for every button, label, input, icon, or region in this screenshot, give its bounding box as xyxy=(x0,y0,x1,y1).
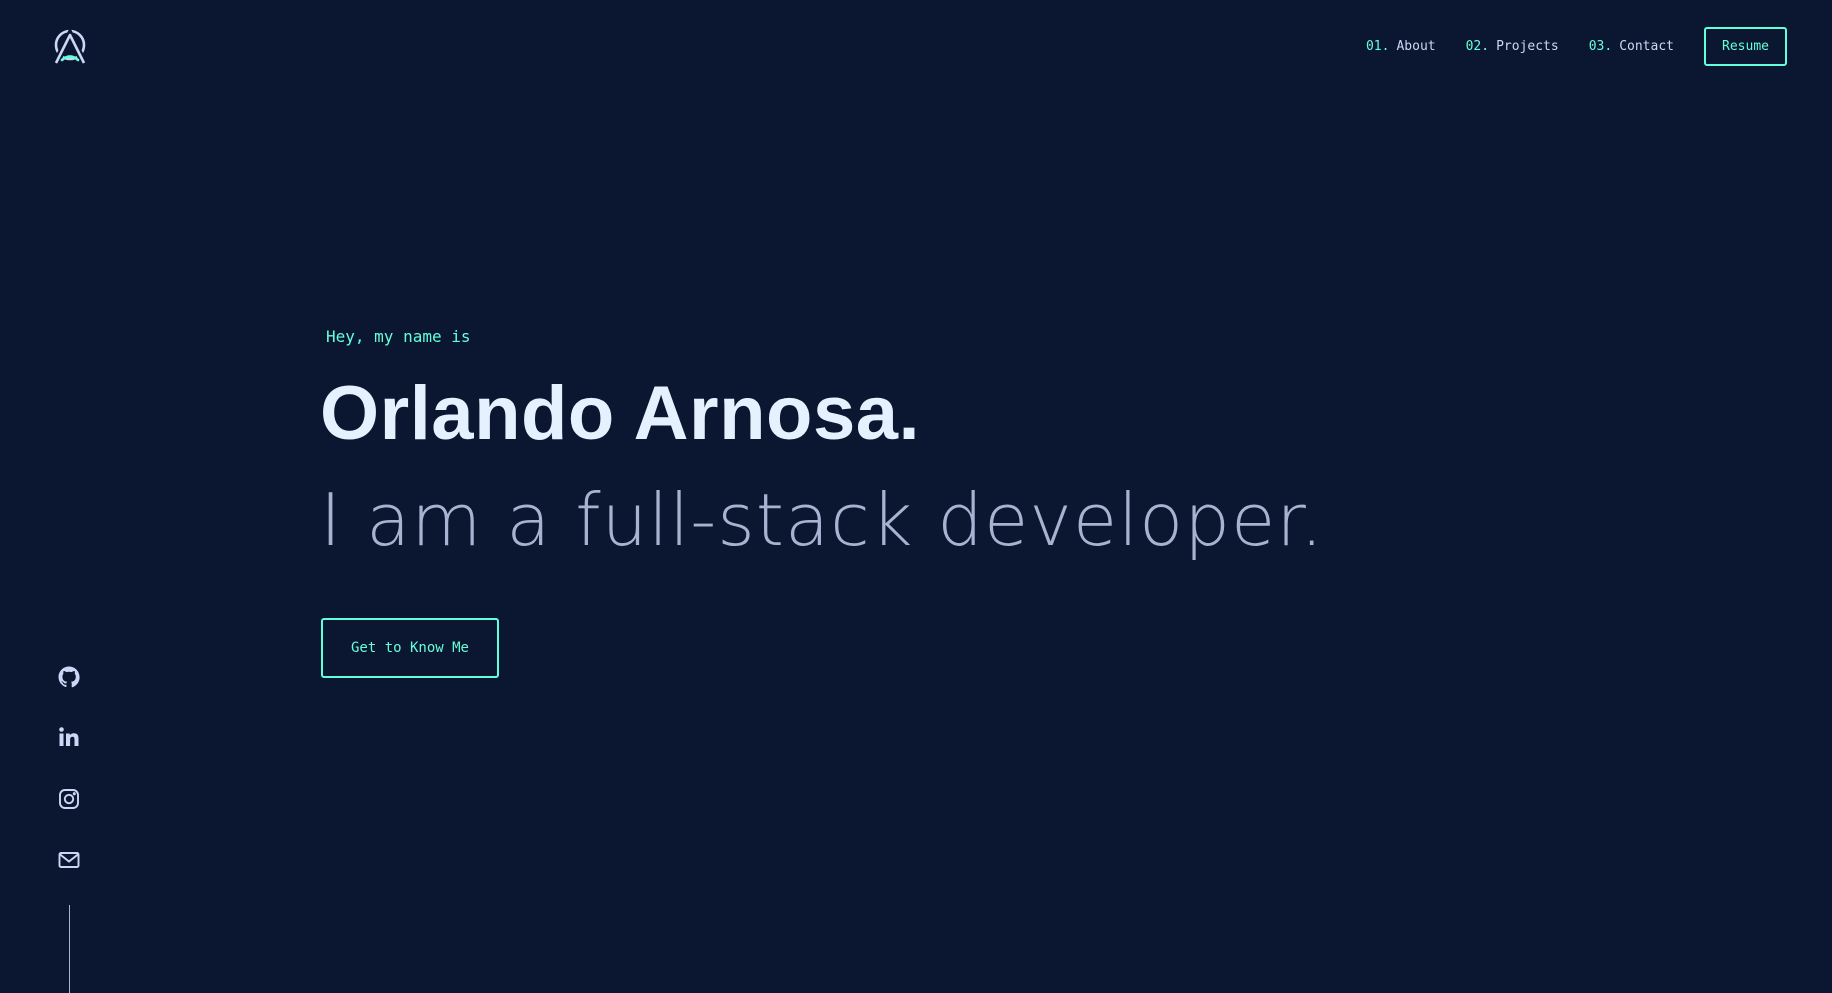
nav-number: 03. xyxy=(1588,38,1613,54)
nav-label: Projects xyxy=(1496,38,1559,54)
github-icon[interactable] xyxy=(57,665,81,689)
nav-item-projects[interactable]: 02. Projects xyxy=(1466,39,1559,54)
instagram-icon[interactable] xyxy=(57,787,81,811)
nav-number: 02. xyxy=(1465,38,1490,54)
hero-name: Orlando Arnosa. xyxy=(320,371,921,456)
nav-number: 01. xyxy=(1365,38,1390,54)
social-divider-line xyxy=(69,905,70,993)
logo-icon[interactable] xyxy=(51,27,89,65)
main-nav: 01. About 02. Projects 03. Contact Resume xyxy=(1366,24,1787,68)
email-icon[interactable] xyxy=(57,848,81,872)
nav-label: Contact xyxy=(1619,38,1674,54)
nav-label: About xyxy=(1396,38,1436,54)
get-to-know-me-button[interactable]: Get to Know Me xyxy=(321,618,499,678)
nav-item-contact[interactable]: 03. Contact xyxy=(1589,39,1674,54)
nav-item-about[interactable]: 01. About xyxy=(1366,39,1436,54)
linkedin-icon[interactable] xyxy=(57,725,81,749)
hero-tagline: I am a full-stack developer. xyxy=(320,478,1325,562)
hero-greeting: Hey, my name is xyxy=(326,327,471,346)
resume-button[interactable]: Resume xyxy=(1704,26,1787,66)
